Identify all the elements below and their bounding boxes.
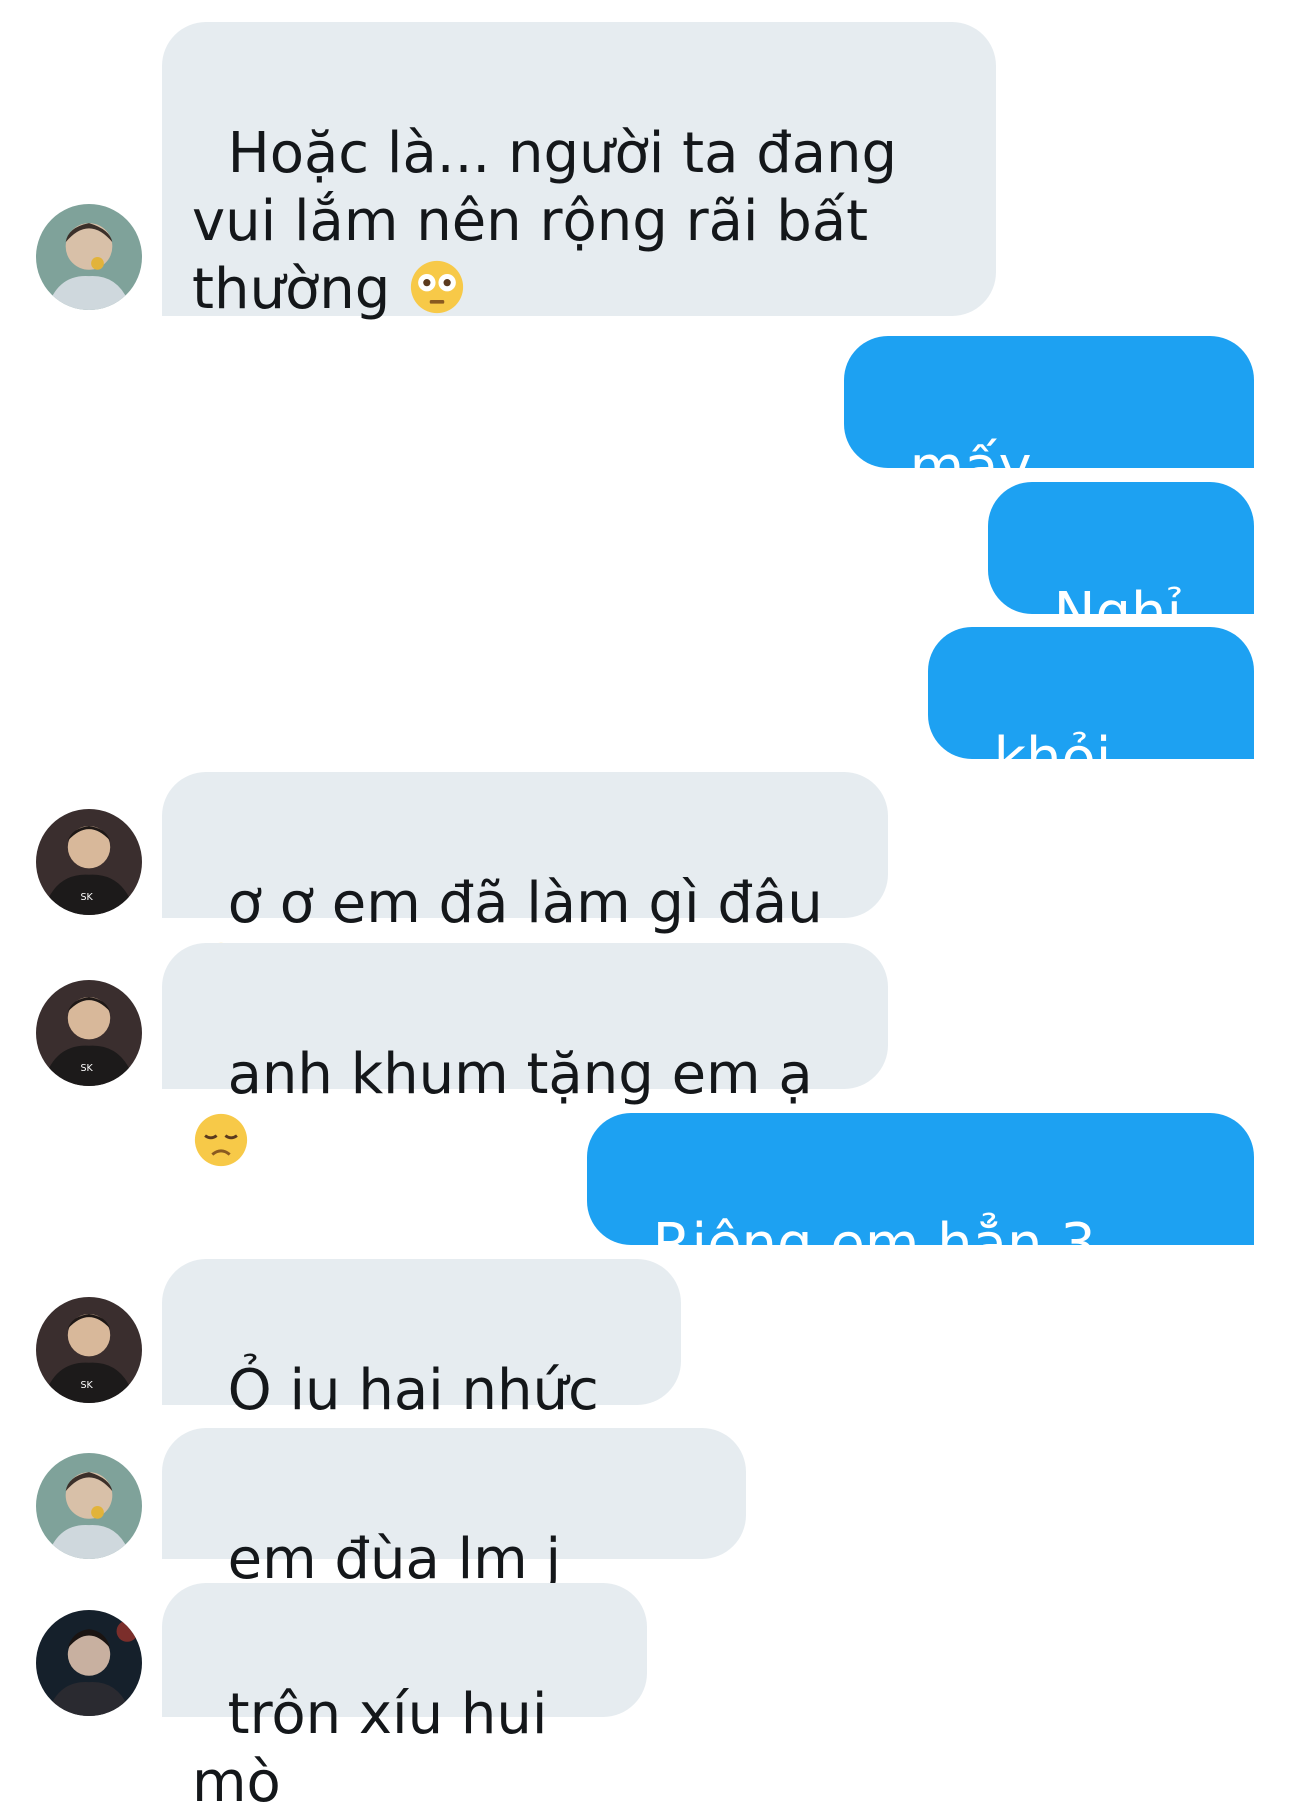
- message-text: Ỏ iu hai nhức: [227, 1358, 617, 1423]
- sender-avatar[interactable]: [36, 1610, 142, 1716]
- sender-avatar[interactable]: [36, 1453, 142, 1559]
- svg-text:SK: SK: [81, 1380, 94, 1391]
- message-bubble[interactable]: trôn xíu hui mò: [162, 1583, 647, 1815]
- message-bubble[interactable]: anh khum tặng em ạ: [162, 943, 888, 1167]
- message-bubble[interactable]: ơ ơ em đã làm gì đâu: [162, 772, 888, 996]
- message-text: ơ ơ em đã làm gì đâu: [227, 871, 823, 936]
- svg-text:SK: SK: [81, 892, 94, 903]
- message-text: trôn xíu hui mò: [192, 1682, 566, 1815]
- svg-text:SK: SK: [81, 1063, 94, 1074]
- message-text: Riêng em hẳn 3 món: [617, 1212, 1096, 1345]
- disappointed-face-emoji: [192, 1111, 250, 1169]
- message-bubble[interactable]: Ỏ iu hai nhức: [162, 1259, 681, 1483]
- message-text: anh khum tặng em ạ: [227, 1042, 831, 1107]
- message-text: Hoặc là... người ta đang vui lắm nên rộn…: [192, 121, 898, 322]
- message-bubble[interactable]: khỏi tặng: [928, 627, 1254, 859]
- sender-avatar[interactable]: SK: [36, 980, 142, 1086]
- message-bubble[interactable]: Hoặc là... người ta đang vui lắm nên rộn…: [162, 22, 996, 322]
- sender-avatar[interactable]: [36, 204, 142, 310]
- message-bubble[interactable]: Nghỉ đi: [988, 482, 1254, 714]
- message-bubble[interactable]: Riêng em hẳn 3 món: [587, 1113, 1254, 1345]
- flushed-face-emoji: [408, 258, 466, 316]
- sender-avatar[interactable]: SK: [36, 1297, 142, 1403]
- message-text: khỏi tặng: [958, 726, 1130, 859]
- sender-avatar[interactable]: SK: [36, 809, 142, 915]
- message-bubble[interactable]: em đùa lm j căng..: [162, 1428, 746, 1660]
- message-bubble[interactable]: mấy người...: [844, 336, 1254, 568]
